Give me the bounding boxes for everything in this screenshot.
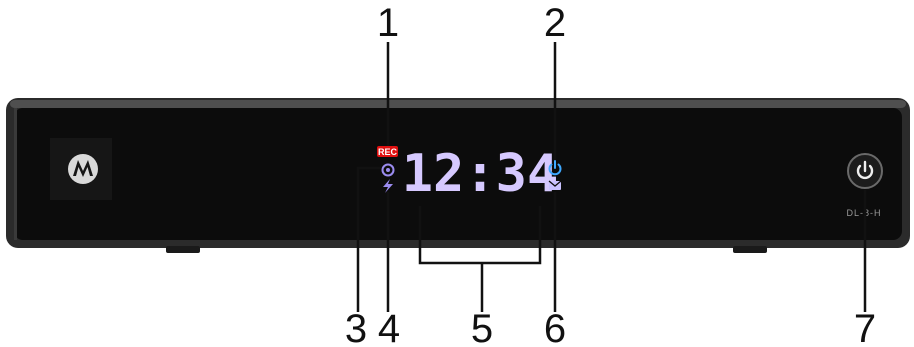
front-panel-diagram: REC 12:34 DL-8-H 1 2 3 4 5 6 7 [6, 1, 910, 347]
foot-right [733, 246, 767, 253]
chassis-top-highlight [10, 100, 906, 108]
callout-2: 2 [544, 1, 566, 45]
brand-logo [50, 138, 112, 200]
foot-left [166, 246, 200, 253]
callout-4: 4 [378, 307, 400, 347]
clock-digits: 12:34 [402, 144, 559, 204]
callout-6: 6 [544, 307, 566, 347]
motorola-batwing-icon [68, 154, 98, 184]
rec-indicator: REC [378, 147, 398, 157]
callout-5: 5 [471, 307, 493, 347]
power-button[interactable] [847, 153, 883, 189]
callout-3: 3 [345, 307, 367, 347]
front-panel-edge-left [14, 108, 17, 240]
message-envelope-icon [548, 180, 562, 190]
callout-7: 7 [854, 307, 876, 347]
callout-1: 1 [377, 1, 399, 45]
clock-display: 12:34 [402, 144, 559, 204]
